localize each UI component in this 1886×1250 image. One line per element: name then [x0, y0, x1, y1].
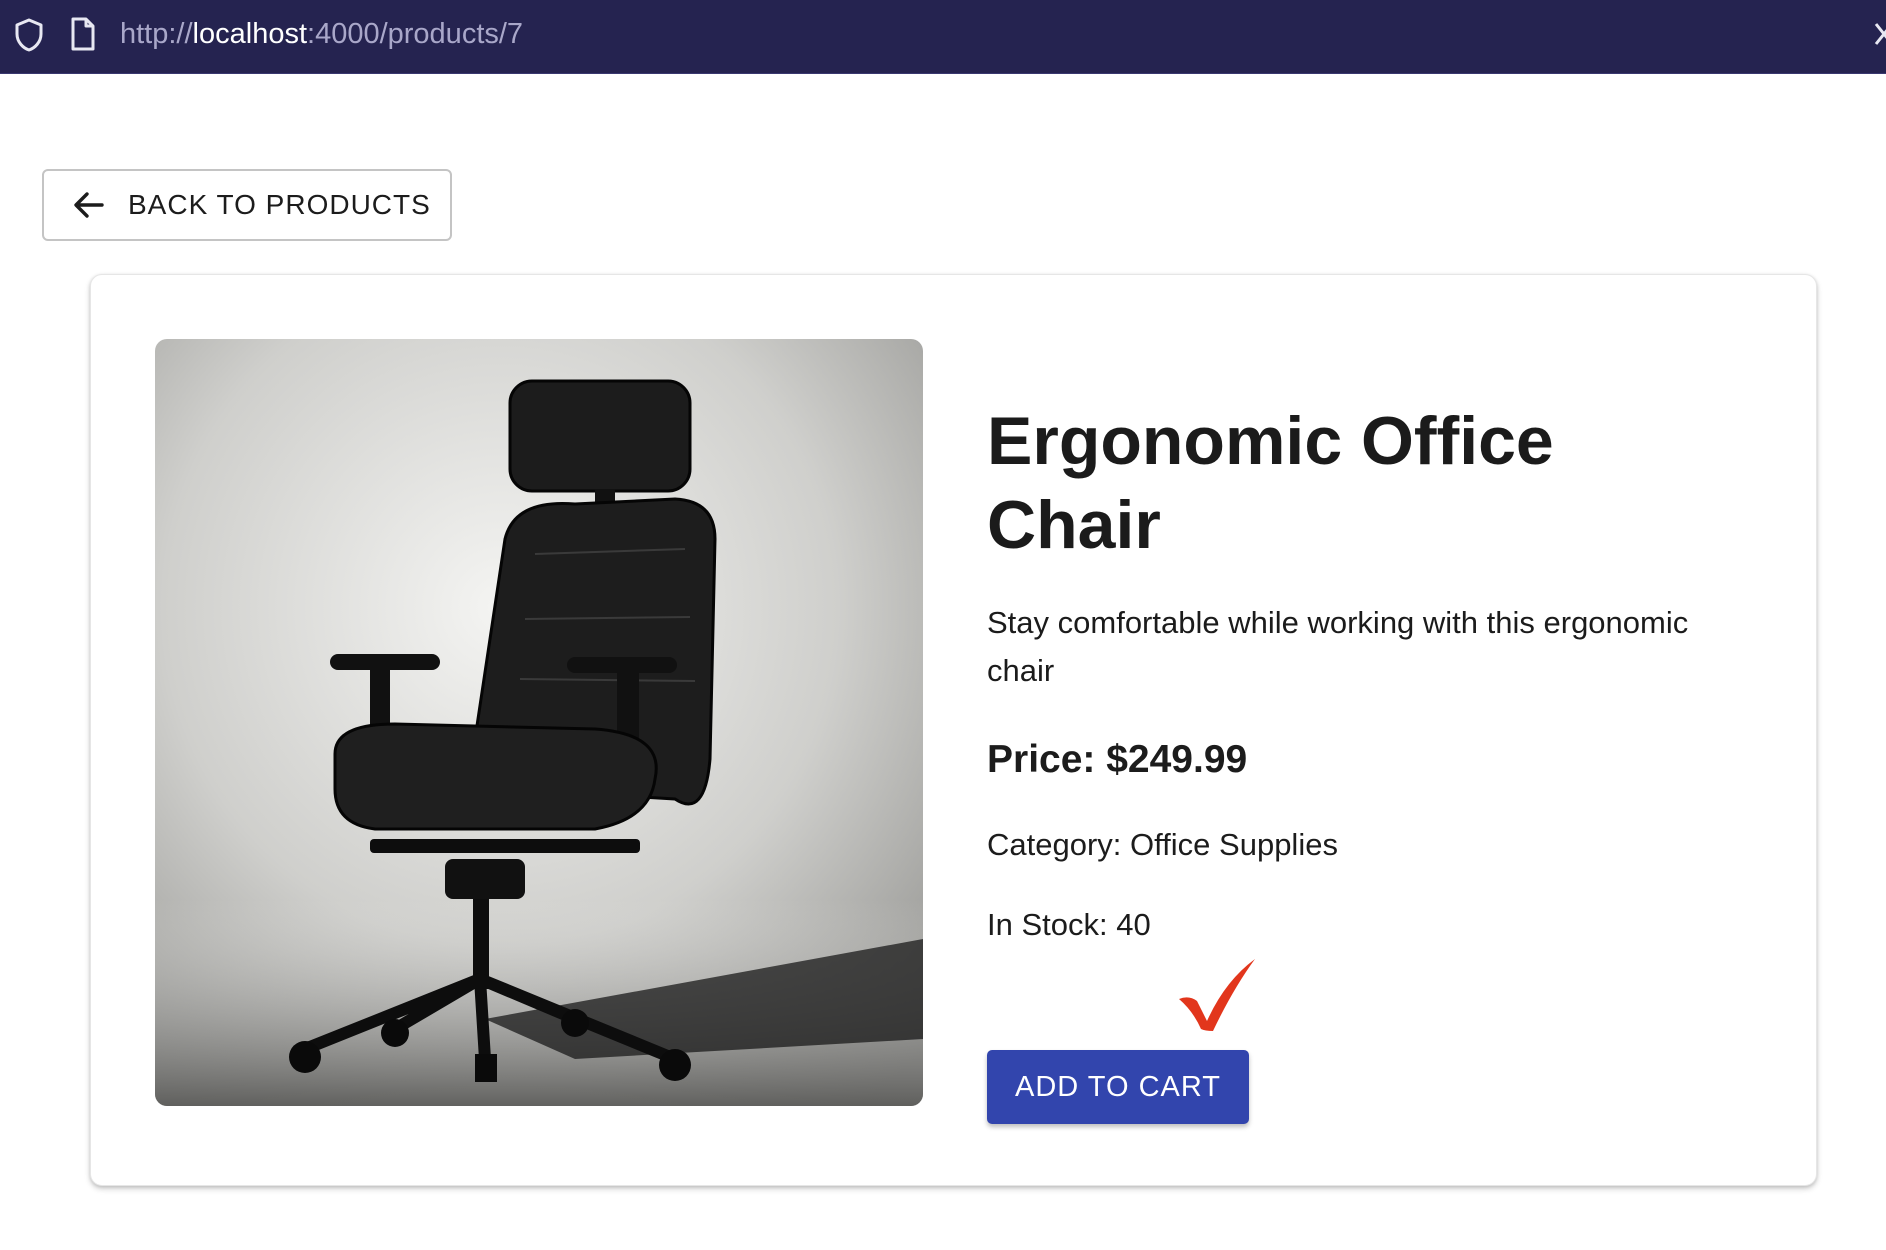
add-to-cart-button[interactable]: ADD TO CART: [987, 1050, 1249, 1124]
product-stock: In Stock: 40: [987, 907, 1151, 942]
product-card: Ergonomic Office Chair Stay comfortable …: [90, 274, 1817, 1186]
url-scheme: http://: [120, 18, 193, 50]
url-host: localhost: [192, 18, 308, 50]
product-image: [155, 339, 923, 1106]
page-icon: [71, 17, 95, 51]
close-icon[interactable]: [1872, 14, 1886, 54]
product-price: Price: $249.99: [987, 738, 1248, 781]
back-to-products-button[interactable]: BACK TO PRODUCTS: [42, 169, 452, 241]
product-description: Stay comfortable while working with this…: [987, 605, 1689, 688]
shield-icon[interactable]: [14, 17, 44, 53]
arrow-left-icon: [74, 192, 104, 218]
url-path: :4000/products/7: [307, 18, 524, 50]
office-chair-image: [155, 339, 923, 1106]
url-field[interactable]: http://localhost:4000/products/7: [120, 16, 523, 52]
browser-address-bar: http://localhost:4000/products/7: [0, 0, 1886, 74]
product-category: Category: Office Supplies: [987, 827, 1338, 862]
product-title: Ergonomic Office Chair: [987, 403, 1554, 563]
back-button-label: BACK TO PRODUCTS: [128, 189, 431, 220]
checkmark-icon: [1179, 959, 1255, 1031]
